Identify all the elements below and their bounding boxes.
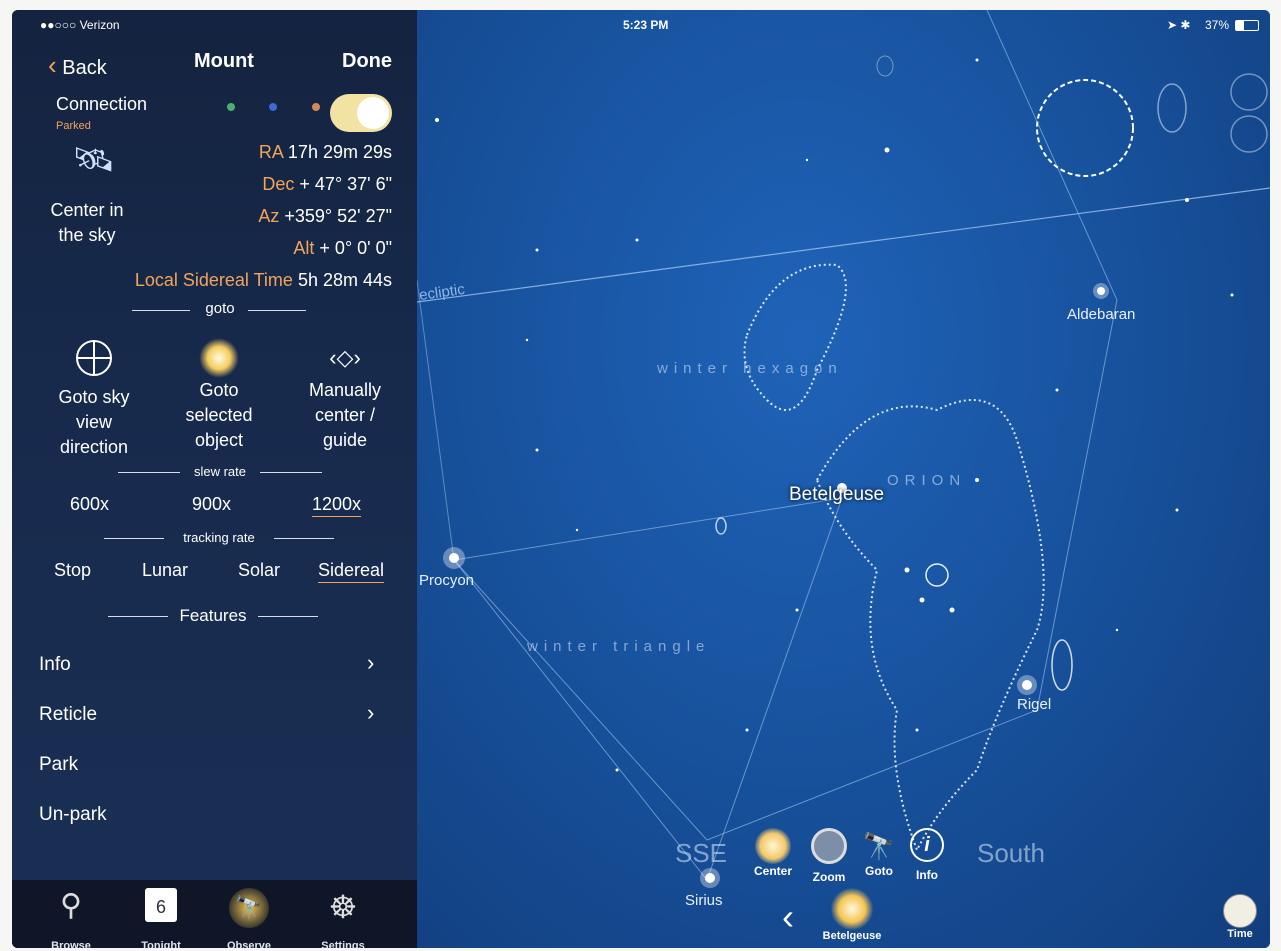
az-readout: Az +359° 52' 27" [258, 206, 392, 226]
goto-header: goto [205, 300, 235, 317]
info-row[interactable]: Info [39, 654, 71, 676]
tracking-stop-option[interactable]: Stop [54, 560, 91, 581]
divider [260, 472, 322, 473]
ra-readout: RA 17h 29m 29s [258, 142, 392, 162]
slew-rate-header: slew rate [193, 464, 247, 479]
slew-1200x-option[interactable]: 1200x [312, 494, 361, 515]
goto-sky-view-button[interactable]: Goto sky view direction [39, 338, 149, 460]
magnifier-icon: ⚲ [60, 889, 82, 922]
divider [248, 310, 306, 311]
betelgeuse-label[interactable]: Betelgeuse [789, 484, 884, 506]
sky-lines [417, 10, 1270, 888]
calendar-icon: 6 [145, 888, 177, 922]
center-icon [755, 828, 791, 864]
park-row[interactable]: Park [39, 754, 78, 776]
telescope-icon: 🔭 [229, 888, 269, 928]
divider [118, 472, 180, 473]
chevron-right-icon: › [367, 700, 375, 725]
info-button[interactable]: i Info [897, 828, 957, 882]
status-time: 5:23 PM [623, 18, 669, 32]
dec-readout: Dec + 47° 37' 6" [262, 174, 392, 194]
aldebaran-label[interactable]: Aldebaran [1067, 306, 1135, 323]
tracking-solar-option[interactable]: Solar [238, 560, 280, 581]
done-button[interactable]: Done [342, 50, 392, 73]
chevron-left-icon: ‹ [48, 50, 57, 80]
divider [258, 616, 318, 617]
rigel-label[interactable]: Rigel [1017, 696, 1051, 713]
zoom-icon [811, 828, 847, 864]
tracking-rate-header: tracking rate [183, 530, 255, 545]
connection-label: Connection [56, 94, 148, 114]
crosshair-icon [76, 340, 112, 376]
page-title: Mount [194, 50, 254, 72]
selected-object-button[interactable]: Betelgeuse [817, 888, 887, 942]
south-direction-label: South [977, 838, 1045, 868]
clock-icon [1223, 894, 1257, 928]
unpark-row[interactable]: Un-park [39, 804, 107, 826]
winter-hexagon-label: winter hexagon [657, 360, 843, 377]
divider [274, 538, 334, 539]
move-arrows-icon: ‹◇› [329, 345, 361, 370]
divider [132, 310, 190, 311]
location-icon: ➤ ✱ [1167, 18, 1191, 32]
connection-toggle[interactable] [330, 94, 392, 132]
time-button[interactable]: Time [1215, 894, 1265, 940]
sidereal-time-readout: Local Sidereal Time 5h 28m 44s [134, 270, 392, 290]
back-button[interactable]: ‹ Back [48, 50, 107, 81]
chevron-right-icon: › [367, 650, 375, 675]
goto-selected-object-button[interactable]: Goto selected object [164, 338, 274, 453]
tab-browse[interactable]: ⚲ Browse [36, 888, 106, 948]
ipad-screen: ecliptic Aldebaran Betelgeuse Procyon Ri… [12, 10, 1270, 948]
wheel-icon: ☸ [328, 889, 358, 925]
divider [108, 616, 168, 617]
tab-bar: ⚲ Browse 6 Tonight 🔭 Observe ☸ Settings [12, 880, 417, 948]
features-header: Features [179, 606, 247, 625]
parked-status: Parked [56, 120, 91, 132]
status-dots [227, 98, 320, 116]
tab-settings[interactable]: ☸ Settings [308, 888, 378, 948]
star-icon [199, 338, 239, 378]
winter-triangle-label: winter triangle [527, 638, 711, 655]
battery-icon [1235, 20, 1259, 31]
tab-tonight[interactable]: 6 Tonight [126, 888, 196, 948]
slew-600x-option[interactable]: 600x [70, 494, 109, 515]
alt-readout: Alt + 0° 0' 0" [293, 238, 392, 258]
sky-chart[interactable]: ecliptic Aldebaran Betelgeuse Procyon Ri… [417, 10, 1270, 948]
manual-center-button[interactable]: ‹◇› Manually center / guide [290, 338, 400, 453]
center-button[interactable]: Center [743, 828, 803, 878]
sirius-label[interactable]: Sirius [685, 892, 723, 909]
battery-percent: 37% [1205, 18, 1230, 32]
sse-direction-label: SSE [675, 838, 728, 868]
slew-900x-option[interactable]: 900x [192, 494, 231, 515]
tracking-sidereal-option[interactable]: Sidereal [318, 560, 384, 581]
star-icon [831, 888, 873, 930]
satellite-icon[interactable]: 🛰 [72, 140, 115, 180]
center-in-sky-button[interactable]: Center in the sky [42, 198, 132, 248]
orion-label: ORION [887, 472, 967, 489]
divider [104, 538, 164, 539]
chevron-left-icon[interactable]: ‹ [782, 896, 794, 938]
carrier-label: ●●○○○ Verizon [40, 18, 120, 32]
reticle-row[interactable]: Reticle [39, 704, 97, 726]
tab-observe[interactable]: 🔭 Observe [214, 888, 284, 948]
info-icon: i [910, 828, 944, 862]
mount-panel: ●●○○○ Verizon ‹ Back Mount Done Connecti… [12, 10, 417, 948]
procyon-label[interactable]: Procyon [419, 572, 474, 589]
tracking-lunar-option[interactable]: Lunar [142, 560, 188, 581]
